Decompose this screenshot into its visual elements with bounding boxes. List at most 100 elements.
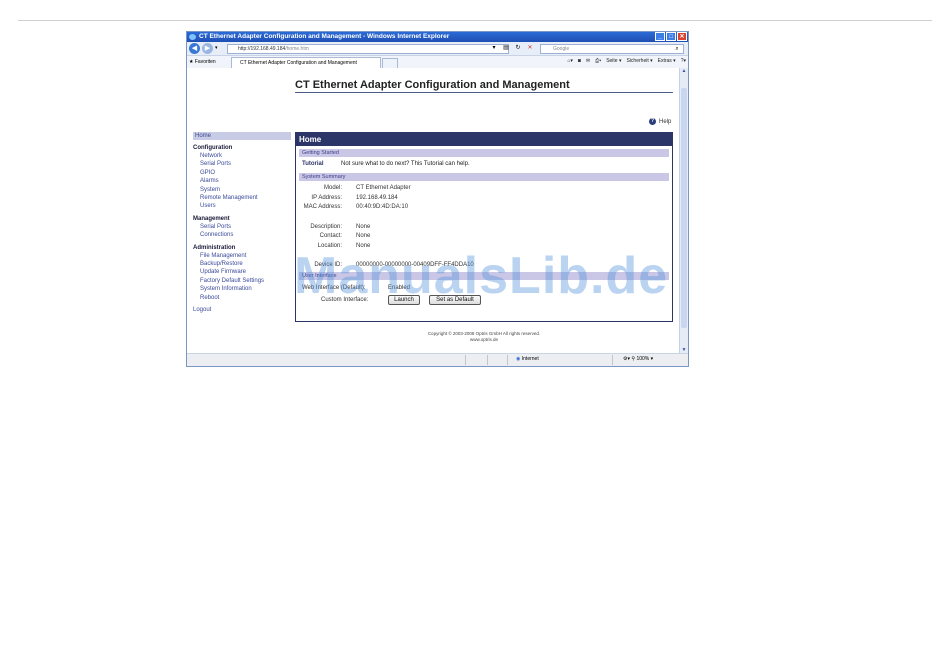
protected-mode-icon[interactable]: ⚙▾ xyxy=(623,356,630,362)
refresh-icon[interactable]: ↻ xyxy=(514,44,522,52)
ip-row: IP Address: 192.168.49.184 xyxy=(296,194,672,204)
security-menu[interactable]: Sicherheit ▾ xyxy=(626,58,652,64)
ip-label: IP Address: xyxy=(311,194,342,201)
search-icon[interactable]: ⌕ xyxy=(670,44,684,54)
model-row: Model: CT Ethernet Adapter xyxy=(296,184,672,194)
feeds-icon[interactable]: ◙ xyxy=(578,58,581,64)
launch-button[interactable]: Launch xyxy=(388,294,420,305)
sidebar: Home Configuration Network Serial Ports … xyxy=(193,132,291,313)
location-label: Location: xyxy=(317,242,342,249)
sidebar-item-system[interactable]: System xyxy=(193,186,291,194)
sidebar-item-network[interactable]: Network xyxy=(193,152,291,160)
help-label: Help xyxy=(659,118,672,125)
address-field[interactable]: http://192.168.49.184/home.htm xyxy=(227,44,509,54)
footer-url[interactable]: www.optris.de xyxy=(295,337,673,343)
back-icon[interactable]: ◀ xyxy=(189,43,200,54)
sidebar-item-serial-ports[interactable]: Serial Ports xyxy=(193,160,291,168)
sidebar-item-home[interactable]: Home xyxy=(193,132,291,140)
ie-icon xyxy=(189,34,196,40)
status-bar: ◉ Internet ⚙▾ ⚲ 100% ▾ xyxy=(187,353,688,366)
address-actions: ▾ ▤ ↻ ✕ xyxy=(490,44,534,52)
browser-tab[interactable]: CT Ethernet Adapter Configuration and Ma… xyxy=(231,57,381,68)
custom-interface-label: Custom Interface: xyxy=(321,296,369,303)
sidebar-heading-configuration: Configuration xyxy=(193,145,233,151)
scroll-up-icon[interactable]: ▲ xyxy=(680,68,688,74)
tutorial-row: Tutorial Not sure what to do next? This … xyxy=(296,157,672,171)
help-link[interactable]: ? Help xyxy=(649,118,671,125)
contact-value: None xyxy=(356,233,371,239)
sidebar-item-users[interactable]: Users xyxy=(193,202,291,210)
sidebar-item-mgmt-serial-ports[interactable]: Serial Ports xyxy=(193,223,291,231)
document-top-rule xyxy=(18,20,932,21)
web-interface-row: Web Interface (Default): Enabled xyxy=(296,282,672,294)
maximize-icon[interactable]: □ xyxy=(666,32,676,41)
page-menu[interactable]: Seite ▾ xyxy=(606,58,621,64)
history-dropdown-icon[interactable]: ▾ xyxy=(215,45,218,51)
compatibility-icon[interactable]: ▤ xyxy=(502,44,510,52)
ip-value: 192.168.49.184 xyxy=(356,194,398,201)
web-interface-label: Web Interface (Default): xyxy=(302,284,366,291)
vertical-scrollbar[interactable]: ▲ ▼ xyxy=(679,68,688,353)
extras-menu[interactable]: Extras ▾ xyxy=(658,58,676,64)
security-zone: ◉ Internet xyxy=(516,356,539,362)
stop-icon[interactable]: ✕ xyxy=(526,44,534,52)
description-row: Description: None xyxy=(296,223,672,233)
section-system-summary: System Summary xyxy=(299,173,669,181)
set-as-default-button[interactable]: Set as Default xyxy=(429,294,481,305)
sidebar-item-file-management[interactable]: File Management xyxy=(193,252,291,260)
window-title: CT Ethernet Adapter Configuration and Ma… xyxy=(199,33,450,40)
mac-value: 00:40:9D:4D:DA:10 xyxy=(356,204,409,210)
sidebar-item-logout[interactable]: Logout xyxy=(193,307,291,313)
home-icon[interactable]: ⌂▾ xyxy=(567,58,573,64)
search-input[interactable]: Google xyxy=(540,44,684,54)
zone-label: Internet xyxy=(521,356,539,362)
sidebar-item-reboot[interactable]: Reboot xyxy=(193,294,291,302)
tutorial-text: Not sure what to do next? This Tutorial … xyxy=(341,161,470,167)
command-bar: ⌂▾ ◙ ✉ ⎙▾ Seite ▾ Sicherheit ▾ Extras ▾ … xyxy=(567,58,686,64)
device-id-label: Device ID: xyxy=(314,262,342,268)
close-icon[interactable]: ✕ xyxy=(677,32,687,41)
minimize-icon[interactable]: _ xyxy=(655,32,665,41)
browser-window: CT Ethernet Adapter Configuration and Ma… xyxy=(186,31,689,367)
page-content: CT Ethernet Adapter Configuration and Ma… xyxy=(187,68,680,353)
zoom-control[interactable]: ⚙▾ ⚲ 100% ▾ xyxy=(623,356,653,362)
tutorial-link[interactable]: Tutorial xyxy=(302,161,324,167)
footer: Copyright © 2003-2008 Optris GmbH All ri… xyxy=(295,331,673,343)
sidebar-item-system-information[interactable]: System Information xyxy=(193,285,291,293)
sidebar-item-backup-restore[interactable]: Backup/Restore xyxy=(193,260,291,268)
location-row: Location: None xyxy=(296,242,672,252)
sidebar-item-factory-default[interactable]: Factory Default Settings xyxy=(193,277,291,285)
section-user-interface: User Interface xyxy=(299,271,669,280)
sidebar-item-connections[interactable]: Connections xyxy=(193,231,291,239)
location-value: None xyxy=(356,242,371,249)
device-id-row: Device ID: 00000000-00000000-00409DFF-FF… xyxy=(296,261,672,271)
zoom-level: 100% xyxy=(636,356,650,362)
sidebar-item-gpio[interactable]: GPIO xyxy=(193,169,291,177)
device-id-value: 00000000-00000000-00409DFF-FF4DDA10 xyxy=(356,262,474,268)
web-interface-value: Enabled xyxy=(388,284,411,291)
main-panel: Home Getting Started Tutorial Not sure w… xyxy=(295,132,673,322)
forward-icon[interactable]: ▶ xyxy=(202,43,213,54)
favorites-label: Favoriten xyxy=(194,59,216,65)
print-icon[interactable]: ⎙▾ xyxy=(595,58,601,64)
tab-label: CT Ethernet Adapter Configuration and Ma… xyxy=(240,60,357,66)
custom-interface-row: Custom Interface: Launch Set as Default xyxy=(296,294,672,306)
model-value: CT Ethernet Adapter xyxy=(356,185,411,191)
sidebar-item-update-firmware[interactable]: Update Firmware xyxy=(193,268,291,276)
scrollbar-thumb[interactable] xyxy=(681,88,687,328)
sidebar-heading-management: Management xyxy=(193,215,230,222)
sidebar-item-alarms[interactable]: Alarms xyxy=(193,177,291,185)
section-getting-started: Getting Started xyxy=(299,149,669,157)
sidebar-item-remote-management[interactable]: Remote Management xyxy=(193,194,291,202)
address-host: http://192.168.49.184 xyxy=(238,46,286,52)
address-path: /home.htm xyxy=(285,46,309,52)
favorites-link[interactable]: ★ Favoriten xyxy=(189,59,216,65)
window-controls: _ □ ✕ xyxy=(655,32,687,41)
help-icon: ? xyxy=(649,118,656,125)
help-menu-icon[interactable]: ?▾ xyxy=(681,58,686,64)
sidebar-heading-administration: Administration xyxy=(193,244,236,251)
dropdown-icon[interactable]: ▾ xyxy=(490,44,498,52)
mail-icon[interactable]: ✉ xyxy=(586,58,590,64)
contact-row: Contact: None xyxy=(296,232,672,242)
mac-label: MAC Address: xyxy=(303,204,342,210)
